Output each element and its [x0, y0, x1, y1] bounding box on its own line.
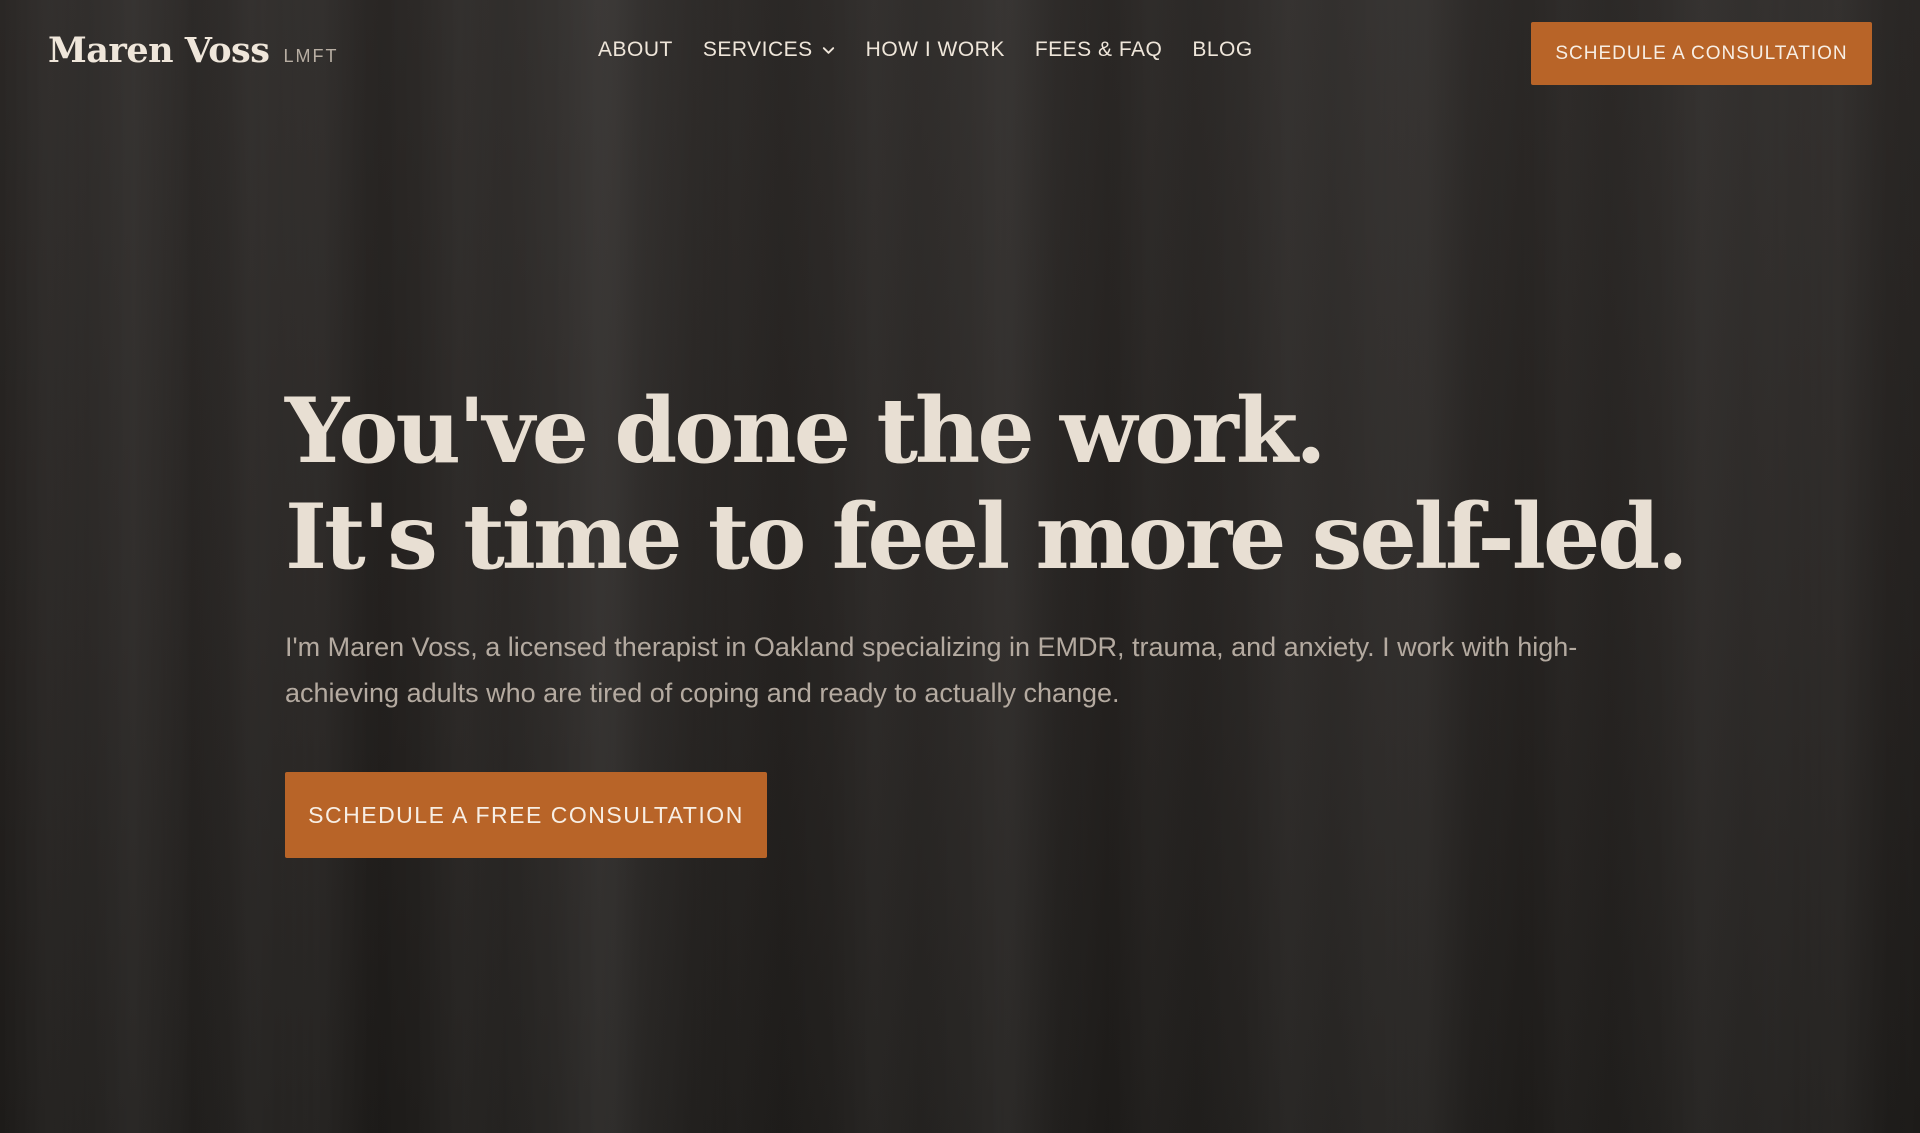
hero-headline-line-1: You've done the work.	[285, 378, 1327, 484]
nav-item-label: ABOUT	[598, 38, 673, 61]
brand-credential: LMFT	[283, 46, 339, 66]
nav-item-label: BLOG	[1192, 38, 1253, 61]
chevron-down-icon	[822, 46, 834, 54]
schedule-free-consultation-button[interactable]: SCHEDULE A FREE CONSULTATION	[285, 772, 767, 858]
nav-item-fees-faq[interactable]: FEES & FAQ	[1035, 38, 1163, 62]
hero-headline-line-2: It's time to feel more self-led.	[285, 484, 1688, 590]
site-header: Maren Voss LMFT ABOUT SERVICES HOW I WOR…	[0, 0, 1920, 108]
schedule-consultation-button[interactable]: SCHEDULE A CONSULTATION	[1531, 22, 1872, 85]
nav-item-how-i-work[interactable]: HOW I WORK	[866, 38, 1005, 62]
nav-item-label: FEES & FAQ	[1034, 38, 1163, 61]
nav-item-label: SERVICES	[702, 38, 813, 61]
nav-item-services[interactable]: SERVICES	[703, 38, 836, 62]
nav-item-about[interactable]: ABOUT	[598, 38, 673, 62]
hero-section: You've done the work. It's time to feel …	[285, 378, 1688, 858]
nav-item-blog[interactable]: BLOG	[1192, 38, 1252, 62]
brand-logo[interactable]: Maren Voss LMFT	[48, 30, 338, 71]
hero-subtext: I'm Maren Voss, a licensed therapist in …	[285, 632, 1578, 708]
nav-item-label: HOW I WORK	[865, 38, 1005, 61]
hero-headline: You've done the work. It's time to feel …	[285, 378, 1688, 590]
main-nav: ABOUT SERVICES HOW I WORK FEES & FAQ BLO…	[598, 38, 1253, 62]
brand-name: Maren Voss	[48, 30, 270, 71]
